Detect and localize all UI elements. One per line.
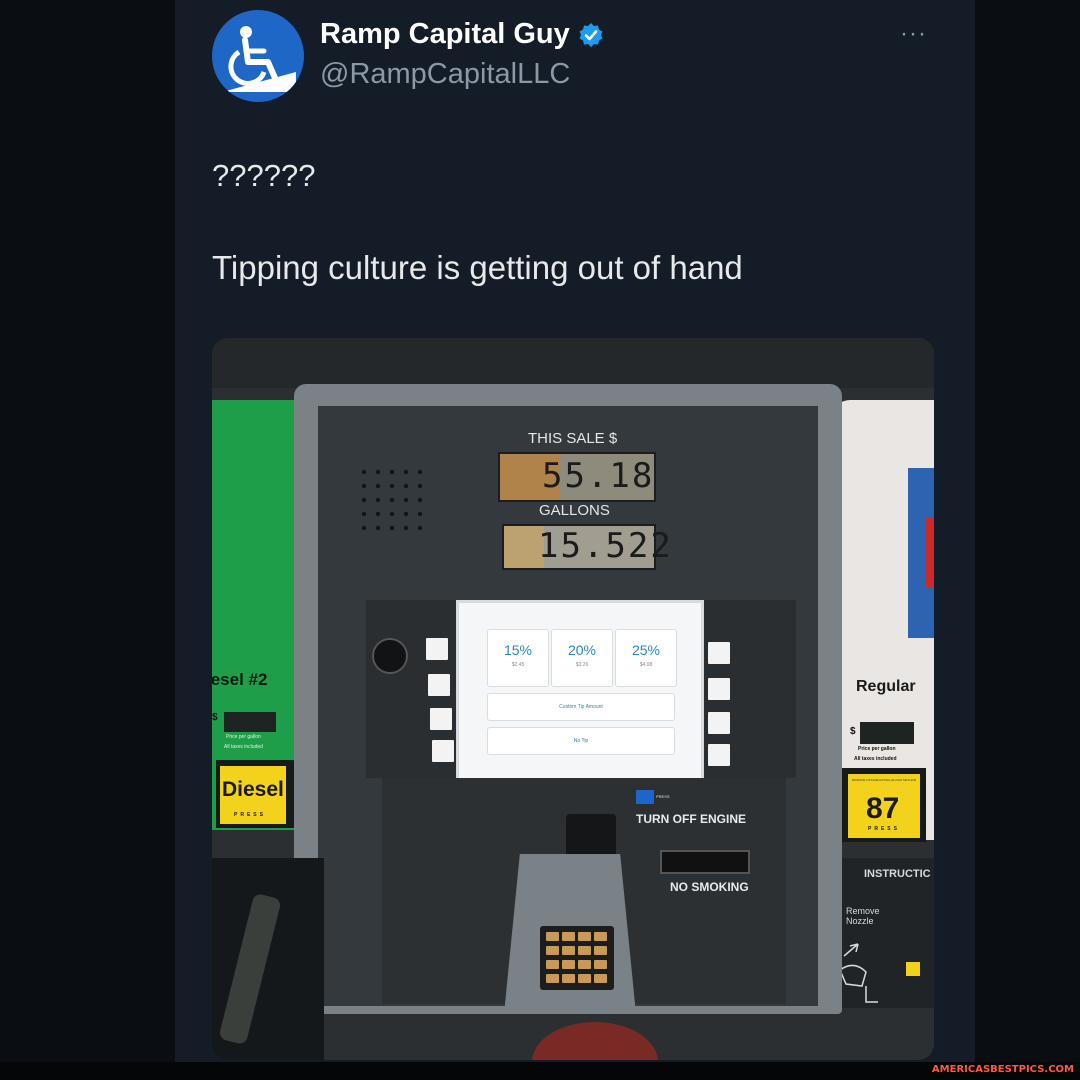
diesel-price-note2: All taxes included bbox=[224, 744, 263, 750]
tweet-text-line1: ?????? bbox=[212, 158, 316, 193]
gallons-label: GALLONS bbox=[539, 502, 610, 519]
tip-screen: 15% $2.45 20% $3.26 25% $4.08 Custom Tip… bbox=[456, 600, 704, 784]
no-smoking-sign: NO SMOKING bbox=[670, 880, 749, 894]
regular-dollar: $ bbox=[850, 726, 856, 737]
regular-red-label bbox=[926, 518, 934, 588]
right-side-button-3[interactable] bbox=[708, 712, 730, 734]
regular-grade-number: 87 bbox=[866, 792, 900, 825]
diesel-grade-title: iesel #2 bbox=[212, 670, 268, 689]
instruction-yellow-square bbox=[906, 962, 920, 976]
receipt-slot[interactable] bbox=[660, 850, 750, 874]
sale-label: THIS SALE $ bbox=[528, 430, 618, 447]
pump-sticker bbox=[532, 1022, 658, 1060]
tip-25-amount: $4.08 bbox=[639, 662, 653, 668]
keypad[interactable] bbox=[540, 926, 614, 990]
left-side-button-3[interactable] bbox=[430, 708, 452, 730]
custom-tip-button[interactable]: Custom Tip Amount bbox=[487, 693, 675, 721]
tip-20-amount: $3.26 bbox=[575, 662, 589, 668]
author-row: Ramp Capital Guy bbox=[320, 18, 604, 51]
left-side-button-4[interactable] bbox=[432, 740, 454, 762]
diesel-press: PRESS bbox=[234, 812, 266, 818]
no-tip-button[interactable]: No Tip bbox=[487, 727, 675, 755]
regular-grade-title: Regular bbox=[856, 678, 916, 695]
tip-15-button[interactable]: 15% $2.45 bbox=[487, 629, 549, 687]
speaker-grill-icon bbox=[361, 469, 423, 531]
diesel-price-note1: Price per gallon bbox=[226, 734, 261, 740]
diesel-price-display bbox=[224, 712, 276, 732]
pump-top bbox=[212, 338, 934, 388]
gallons-value: 15.522 bbox=[538, 526, 673, 566]
accessibility-icon[interactable] bbox=[636, 790, 654, 804]
tip-15-percent: 15% bbox=[503, 642, 533, 658]
author-name[interactable]: Ramp Capital Guy bbox=[320, 18, 570, 51]
instructions-title: INSTRUCTIC bbox=[864, 868, 931, 880]
regular-price-note2: All taxes included bbox=[854, 756, 897, 762]
tip-25-percent: 25% bbox=[631, 642, 661, 658]
regular-price-display bbox=[860, 722, 914, 744]
tip-15-amount: $2.45 bbox=[511, 662, 525, 668]
accessibility-press: PRESS bbox=[656, 794, 670, 799]
sale-value: 55.18 bbox=[542, 456, 655, 496]
tweet-text-line2: Tipping culture is getting out of hand bbox=[212, 249, 743, 286]
screen-knob bbox=[372, 638, 408, 674]
regular-price-note1: Price per gallon bbox=[858, 746, 896, 752]
author-handle[interactable]: @RampCapitalLLC bbox=[320, 58, 570, 91]
verified-badge-icon bbox=[579, 22, 603, 47]
diesel-dollar: $ bbox=[212, 712, 218, 723]
nozzle-instruction-icon bbox=[839, 943, 878, 1003]
octane-note: MINIMUM OCTANE RATING (R+M)/2 METHOD bbox=[851, 778, 917, 782]
avatar[interactable] bbox=[212, 10, 304, 102]
left-side-button-2[interactable] bbox=[428, 674, 450, 696]
right-side-button-2[interactable] bbox=[708, 678, 730, 700]
right-side-button-1[interactable] bbox=[708, 642, 730, 664]
diesel-grade-name: Diesel bbox=[222, 778, 284, 801]
turn-off-engine-sign: TURN OFF ENGINE bbox=[636, 812, 746, 826]
wheelchair-ramp-icon bbox=[222, 26, 296, 92]
tip-25-button[interactable]: 25% $4.08 bbox=[615, 629, 677, 687]
left-side-button-1[interactable] bbox=[426, 638, 448, 660]
more-options-icon[interactable]: ··· bbox=[900, 20, 927, 48]
remove-nozzle-text: Remove Nozzle bbox=[846, 906, 880, 926]
regular-press: PRESS bbox=[868, 826, 900, 832]
right-side-button-4[interactable] bbox=[708, 744, 730, 766]
tip-20-percent: 20% bbox=[567, 642, 597, 658]
watermark: AMERICASBESTPICS.COM bbox=[931, 1064, 1074, 1075]
tip-20-button[interactable]: 20% $3.26 bbox=[551, 629, 613, 687]
bottom-bar: AMERICASBESTPICS.COM bbox=[0, 1062, 1080, 1080]
tweet-photo[interactable]: iesel #2 $ Price per gallon All taxes in… bbox=[212, 338, 934, 1060]
